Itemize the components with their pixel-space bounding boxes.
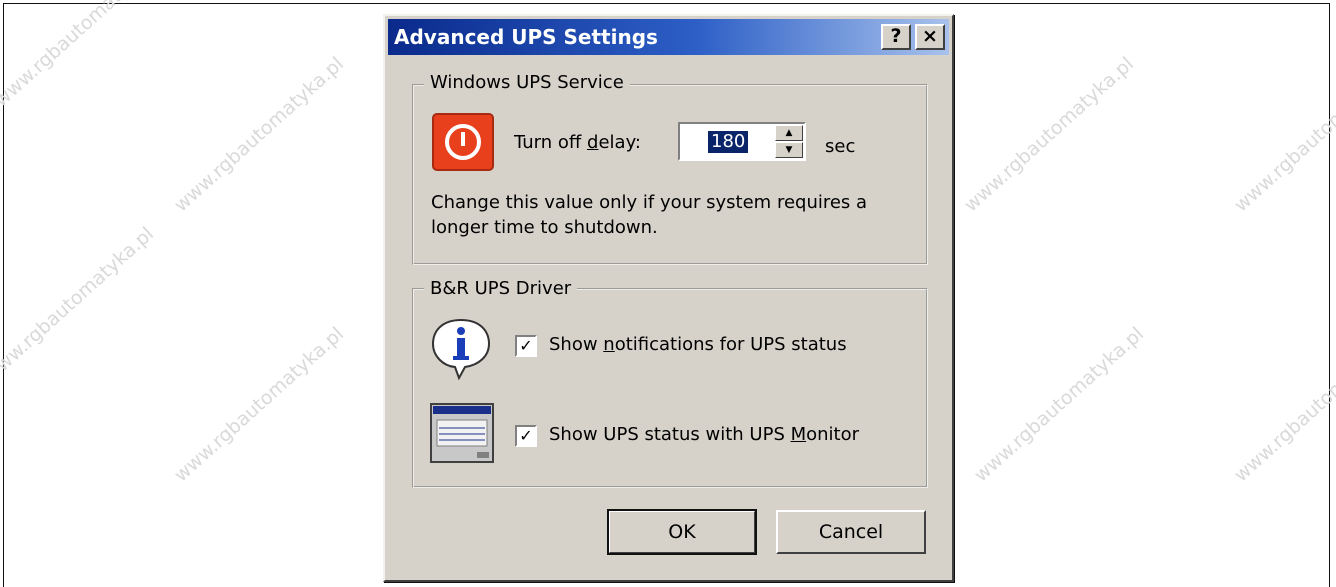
info-balloon-icon (429, 316, 493, 381)
br-ups-driver-label: B&R UPS Driver (424, 278, 578, 299)
decrement-button[interactable]: ▼ (775, 142, 803, 158)
title-bar[interactable]: Advanced UPS Settings ? × (388, 19, 949, 55)
ups-monitor-icon (429, 402, 495, 464)
ok-button[interactable]: OK (607, 509, 757, 555)
stepper-buttons: ▲ ▼ (775, 125, 803, 158)
close-button[interactable]: × (915, 24, 945, 50)
turn-off-delay-stepper[interactable]: 180 ▲ ▼ (678, 122, 806, 161)
windows-ups-service-label: Windows UPS Service (424, 72, 630, 93)
turn-off-delay-value[interactable]: 180 (708, 131, 749, 153)
power-icon (431, 112, 495, 172)
advanced-ups-settings-dialog: Advanced UPS Settings ? × Windows UPS Se… (383, 14, 954, 582)
show-notifications-label[interactable]: Show notifications for UPS status (549, 334, 847, 355)
delay-unit: sec (825, 136, 856, 157)
delay-note-line-1: Change this value only if your system re… (431, 192, 868, 213)
show-ups-monitor-label[interactable]: Show UPS status with UPS Monitor (549, 424, 859, 445)
turn-off-delay-label: Turn off delay: (514, 132, 641, 153)
show-ups-monitor-checkbox[interactable]: ✓ (515, 425, 537, 447)
help-button[interactable]: ? (881, 24, 911, 50)
show-notifications-checkbox[interactable]: ✓ (515, 335, 537, 357)
dialog-title: Advanced UPS Settings (394, 25, 658, 49)
cancel-button[interactable]: Cancel (776, 510, 926, 554)
delay-note-line-2: longer time to shutdown. (431, 217, 658, 238)
increment-button[interactable]: ▲ (775, 125, 803, 141)
